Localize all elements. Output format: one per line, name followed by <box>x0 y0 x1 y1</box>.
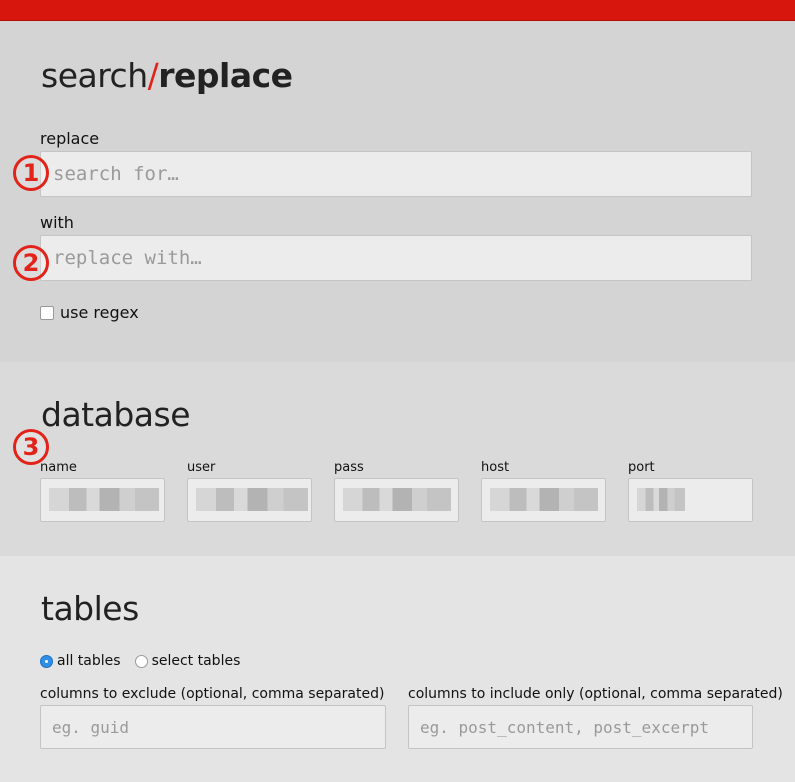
with-label: with <box>40 213 74 232</box>
use-regex-label: use regex <box>60 303 139 322</box>
db-host-label: host <box>481 460 510 475</box>
top-accent-bar <box>0 0 795 21</box>
search-replace-title: search/replace <box>41 56 293 95</box>
table-scope-radios: all tables select tables <box>40 653 240 669</box>
db-port-input[interactable] <box>628 478 753 522</box>
search-replace-section: search/replace replace 1 with 2 use rege… <box>0 21 795 362</box>
annotation-badge-2: 2 <box>13 245 49 281</box>
checkbox-box[interactable] <box>40 305 54 320</box>
replace-with-input[interactable] <box>40 235 752 281</box>
title-search-word: search <box>41 56 148 95</box>
include-columns-label: columns to include only (optional, comma… <box>408 686 783 702</box>
db-pass-input[interactable] <box>334 478 459 522</box>
exclude-columns-input[interactable] <box>40 705 386 749</box>
db-host-input[interactable] <box>481 478 606 522</box>
redacted-value <box>343 488 451 511</box>
db-user-group: user <box>187 460 312 522</box>
db-pass-group: pass <box>334 460 459 522</box>
db-name-label: name <box>40 460 77 475</box>
db-user-input[interactable] <box>187 478 312 522</box>
tables-title: tables <box>41 589 139 628</box>
db-name-group: name <box>40 460 165 522</box>
search-for-input[interactable] <box>40 151 752 197</box>
redacted-value <box>490 488 598 511</box>
redacted-value <box>637 488 685 511</box>
database-section: database 3 name user pass host port <box>0 362 795 556</box>
redacted-value <box>49 488 159 511</box>
db-port-group: port <box>628 460 753 522</box>
annotation-badge-1: 1 <box>13 155 49 191</box>
all-tables-label: all tables <box>57 653 121 669</box>
select-tables-label: select tables <box>151 653 241 669</box>
db-port-label: port <box>628 460 655 475</box>
database-title: database <box>41 395 191 434</box>
title-replace-word: replace <box>158 56 293 95</box>
exclude-columns-label: columns to exclude (optional, comma sepa… <box>40 686 385 702</box>
include-columns-input[interactable] <box>408 705 753 749</box>
db-pass-label: pass <box>334 460 364 475</box>
title-slash: / <box>147 56 159 95</box>
use-regex-checkbox[interactable]: use regex <box>40 303 139 322</box>
redacted-value <box>196 488 308 511</box>
db-host-group: host <box>481 460 606 522</box>
db-user-label: user <box>187 460 216 475</box>
replace-label: replace <box>40 129 100 148</box>
db-name-input[interactable] <box>40 478 165 522</box>
tables-section: tables all tables select tables columns … <box>0 556 795 782</box>
select-tables-radio[interactable] <box>134 654 148 668</box>
all-tables-radio[interactable] <box>40 654 53 668</box>
